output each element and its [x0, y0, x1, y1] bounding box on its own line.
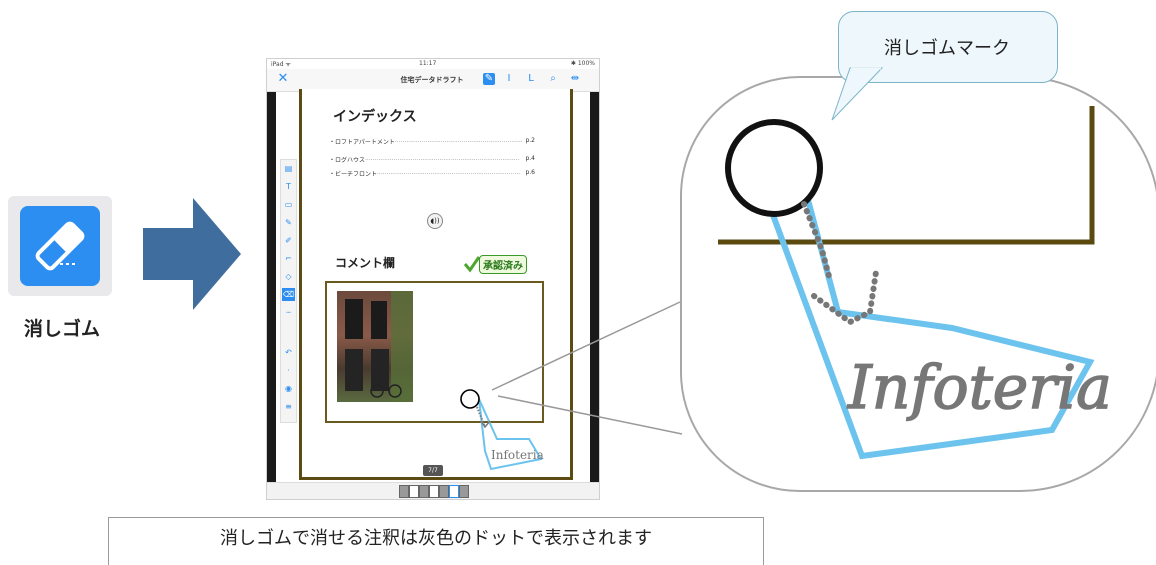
index-item[interactable]: ・ログハウス··································… [329, 155, 535, 164]
caption-box: 消しゴムで消せる注釈は灰色のドットで表示されます [108, 517, 764, 565]
index-heading: インデックス [333, 109, 417, 125]
eraser-icon [20, 206, 100, 286]
status-time: 11:17 [419, 60, 437, 67]
house-photo [337, 291, 413, 402]
pen-icon[interactable]: ✎ [282, 216, 295, 229]
page-thumbnail[interactable] [429, 485, 439, 498]
menu-icon[interactable]: ≡ [282, 400, 295, 413]
shape-icon[interactable]: ◇ [282, 270, 295, 283]
close-icon[interactable]: ✕ [277, 72, 289, 85]
thumbnail-strip [267, 482, 599, 499]
page-thumbnail[interactable] [439, 485, 449, 498]
line-icon[interactable]: ⌐ [282, 252, 295, 265]
text-cursor-icon[interactable]: I [503, 73, 515, 85]
annotation-pen-icon[interactable]: ✎ [483, 73, 495, 85]
index-item[interactable]: ・ビーチフロント································… [329, 169, 535, 178]
annotation-text: Infoteria [491, 448, 544, 462]
eraser-tool-label: 消しゴム [23, 318, 100, 340]
undo-icon[interactable]: ↶ [282, 346, 295, 359]
bookmark-icon[interactable]: L [525, 73, 537, 85]
callout-label: 消しゴムマーク [884, 38, 1010, 59]
zoomed-annotation: Infoteria [718, 106, 1113, 460]
page-indicator: 7/7 [423, 465, 443, 476]
eraser-tool-tile[interactable] [8, 196, 112, 296]
annotation-tool-bar: ▤ T ▭ ✎ ✐ ⌐ ◇ ⌫ ┄ ↶ · ◉ ≡ [280, 159, 297, 423]
status-battery: ✱ 100% [570, 60, 595, 67]
page-thumbnail[interactable] [409, 485, 419, 498]
page-fit-icon[interactable]: ⇹ [569, 73, 581, 85]
zoom-connector [491, 301, 683, 435]
callout-pointer [831, 67, 884, 121]
status-device: iPad ᯤ [271, 61, 291, 68]
page-thumbnail[interactable] [459, 485, 469, 498]
stamp-icon[interactable]: ▤ [282, 162, 295, 175]
marker-icon[interactable]: ✐ [282, 234, 295, 247]
divider-icon: ┄ [286, 308, 291, 317]
left-margin [267, 92, 276, 482]
audio-annotation-icon[interactable]: ◖)) [427, 213, 443, 229]
eraser-icon[interactable]: ⌫ [282, 288, 295, 301]
document-title: 住宅データドラフト [400, 76, 464, 84]
index-item[interactable]: ・ロフトアパートメント·····························… [329, 137, 535, 146]
arrow-right-icon [143, 198, 241, 310]
status-bar: iPad ᯤ 11:17 ✱ 100% [267, 59, 599, 69]
rectangle-icon[interactable]: ▭ [282, 198, 295, 211]
page-thumbnail[interactable] [419, 485, 429, 498]
text-tool-icon[interactable]: T [282, 180, 295, 193]
zoomed-annotation-text: Infoteria [847, 353, 1112, 423]
redo-icon[interactable]: · [282, 364, 295, 377]
search-icon[interactable]: ⌕ [547, 73, 559, 85]
page-thumbnail[interactable] [399, 485, 409, 498]
color-icon[interactable]: ◉ [282, 382, 295, 395]
comment-heading: コメント欄 [335, 256, 396, 270]
page-thumbnail-current[interactable] [449, 485, 459, 498]
